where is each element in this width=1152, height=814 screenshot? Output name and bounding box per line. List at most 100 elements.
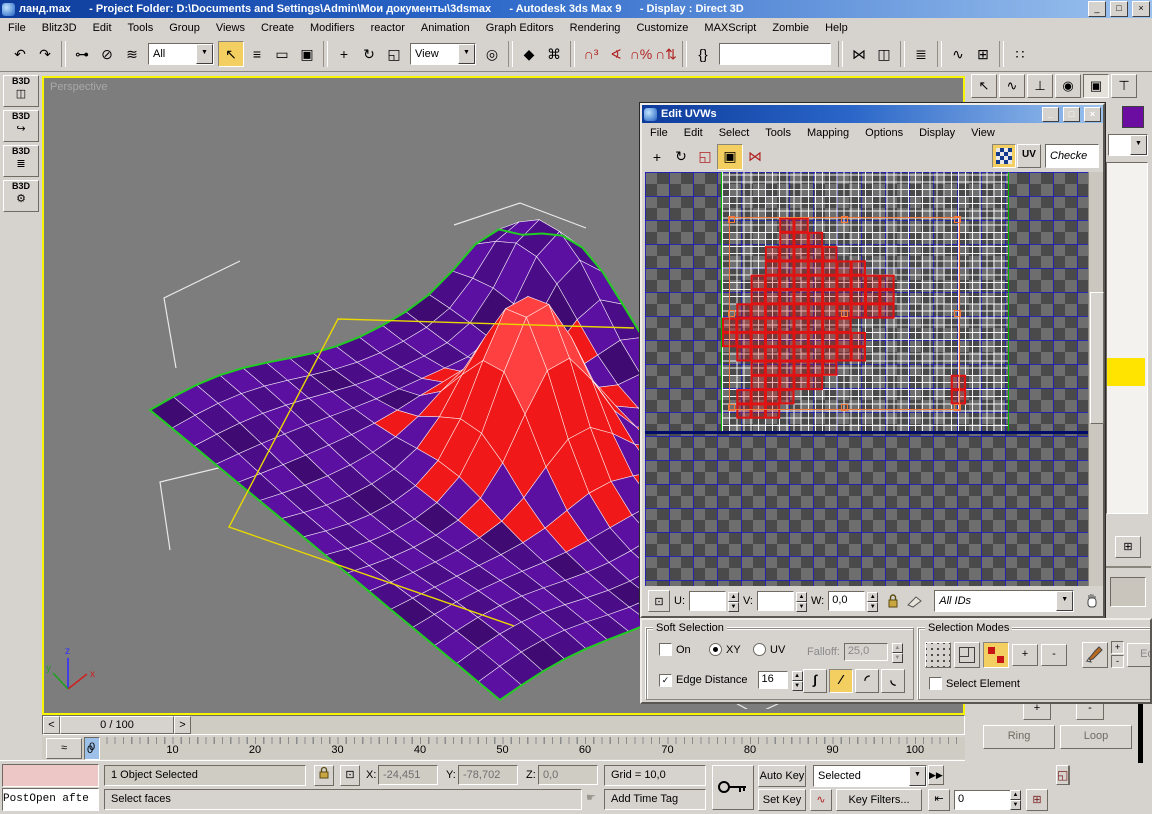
tab-motion[interactable]: ◉ [1055, 74, 1081, 98]
w-input[interactable]: 0,0 [828, 591, 865, 611]
gizmo-handle[interactable] [728, 404, 735, 411]
unlink-icon[interactable]: ⊘ [95, 42, 119, 66]
absolute-mode-icon[interactable]: ⊡ [340, 765, 360, 786]
key-step-toggle[interactable]: ⇤ [928, 789, 950, 811]
dialog-menu-item[interactable]: Display [911, 125, 963, 141]
modifier-stack[interactable] [1106, 162, 1148, 514]
menu-item[interactable]: MAXScript [696, 20, 764, 36]
b3d-save-button[interactable]: B3D◫ [3, 75, 39, 107]
set-key-button[interactable]: Set Key [758, 789, 806, 811]
selection-filter-dropdown[interactable]: All▼ [148, 43, 214, 65]
modifier-list-dropdown[interactable]: ▼ [1108, 134, 1148, 156]
maxscript-listener-line[interactable]: PostOpen afte [2, 788, 99, 811]
dialog-menu-item[interactable]: File [642, 125, 676, 141]
keyboard-override-icon[interactable]: ⌘ [542, 42, 566, 66]
time-config-icon[interactable]: ⊞ [1026, 789, 1048, 811]
key-mode-dropdown[interactable]: Selected ▼ [813, 765, 927, 787]
snap-toggle-icon[interactable]: ∩³ [579, 42, 603, 66]
dialog-menu-item[interactable]: Options [857, 125, 911, 141]
time-slider-handle[interactable]: 0 / 100 [60, 716, 174, 734]
chevron-down-icon[interactable]: ▼ [1130, 135, 1147, 155]
gizmo-handle[interactable] [841, 310, 848, 317]
mirror-icon[interactable]: ⋈ [847, 42, 871, 66]
rotate-icon[interactable]: ↻ [669, 145, 693, 169]
menu-item[interactable]: Animation [413, 20, 478, 36]
menu-item[interactable]: File [0, 20, 34, 36]
tab-create[interactable]: ↖ [971, 74, 997, 98]
select-element-checkbox[interactable] [929, 677, 942, 690]
b3d-script-button[interactable]: B3D≣ [3, 145, 39, 177]
restore-button[interactable]: □ [1110, 1, 1128, 17]
keyable-curve-icon[interactable]: ∿ [810, 789, 832, 811]
angle-snap-icon[interactable]: ∢ [604, 42, 628, 66]
gizmo-handle[interactable] [954, 216, 961, 223]
lock-icon[interactable] [886, 593, 900, 609]
material-editor-icon[interactable]: ∷ [1008, 42, 1032, 66]
uv-channel-button[interactable]: UV [1017, 144, 1041, 168]
face-mode-button[interactable] [983, 642, 1009, 668]
gizmo-handle[interactable] [728, 216, 735, 223]
manipulate-icon[interactable]: ◆ [517, 42, 541, 66]
show-map-icon[interactable] [992, 144, 1016, 168]
y-coordinate-field[interactable]: -78,702 [458, 765, 518, 785]
spinner-snap-icon[interactable]: ∩⇅ [654, 42, 678, 66]
tab-modify[interactable]: ∿ [999, 74, 1025, 98]
menu-item[interactable]: Help [817, 20, 856, 36]
gizmo-handle[interactable] [841, 404, 848, 411]
gizmo-handle[interactable] [954, 310, 961, 317]
tab-hierarchy[interactable]: ⊥ [1027, 74, 1053, 98]
uv-editor-canvas[interactable] [645, 172, 1088, 586]
undo-icon[interactable]: ↶ [8, 42, 32, 66]
select-by-name-icon[interactable]: ≡ [245, 42, 269, 66]
auto-key-button[interactable]: Auto Key [758, 765, 806, 787]
smooth-curve-icon[interactable]: ∫ [803, 669, 827, 693]
viewport-label[interactable]: Perspective [50, 81, 107, 93]
fast-out-curve-icon[interactable]: ◟ [881, 669, 905, 693]
texture-dropdown[interactable]: Checke [1045, 144, 1099, 168]
rollout-button[interactable] [1110, 577, 1146, 607]
paint-select-icon[interactable] [1082, 642, 1108, 668]
menu-item[interactable]: Blitz3D [34, 20, 85, 36]
add-time-tag[interactable]: Add Time Tag [604, 789, 706, 810]
gizmo-handle[interactable] [954, 404, 961, 411]
move-icon[interactable]: + [645, 145, 669, 169]
min-max-toggle-icon[interactable]: ◱ [1056, 765, 1069, 785]
b3d-settings-button[interactable]: B3D⚙ [3, 180, 39, 212]
next-frame-arrow[interactable]: > [174, 716, 191, 734]
dialog-menu-item[interactable]: View [963, 125, 1003, 141]
scrollbar-thumb[interactable] [1090, 292, 1104, 424]
toggle-key-icon[interactable] [712, 765, 754, 810]
menu-item[interactable]: Edit [85, 20, 120, 36]
named-sets-icon[interactable]: {} [691, 42, 715, 66]
edge-distance-input[interactable]: 16 [758, 671, 788, 689]
ring-button[interactable]: Ring [983, 725, 1055, 749]
curve-editor-icon[interactable]: ∿ [946, 42, 970, 66]
menu-item[interactable]: Group [161, 20, 208, 36]
vertex-mode-button[interactable] [925, 642, 951, 668]
eraser-icon[interactable] [906, 593, 924, 609]
x-coordinate-field[interactable]: -24,451 [378, 765, 438, 785]
paint-grow-button[interactable]: + [1111, 641, 1124, 654]
frame-spinner[interactable]: ▲▼ [1010, 790, 1021, 808]
dialog-menu-item[interactable]: Tools [757, 125, 799, 141]
selection-lock-icon[interactable] [314, 765, 334, 786]
w-spinner[interactable]: ▲▼ [867, 592, 878, 610]
b3d-export-button[interactable]: B3D↪ [3, 110, 39, 142]
align-icon[interactable]: ◫ [872, 42, 896, 66]
dialog-menu-item[interactable]: Edit [676, 125, 711, 141]
move-icon[interactable]: + [332, 42, 356, 66]
scale-icon[interactable]: ◱ [382, 42, 406, 66]
go-to-end-button[interactable]: ▶▶ [928, 765, 944, 785]
paint-shrink-button[interactable]: - [1111, 655, 1124, 668]
dialog-title-bar[interactable]: Edit UVWs _ □ × [642, 105, 1103, 123]
select-link-icon[interactable]: ⊶ [70, 42, 94, 66]
chevron-down-icon[interactable]: ▼ [196, 44, 213, 64]
menu-item[interactable]: Graph Editors [478, 20, 562, 36]
edge-distance-spinner[interactable]: ▲▼ [792, 671, 803, 689]
redo-icon[interactable]: ↷ [33, 42, 57, 66]
coord-system-dropdown[interactable]: View▼ [410, 43, 476, 65]
u-spinner[interactable]: ▲▼ [728, 592, 739, 610]
chevron-down-icon[interactable]: ▼ [909, 766, 926, 786]
tab-utilities[interactable]: ⊤ [1111, 74, 1137, 98]
z-coordinate-field[interactable]: 0,0 [538, 765, 598, 785]
